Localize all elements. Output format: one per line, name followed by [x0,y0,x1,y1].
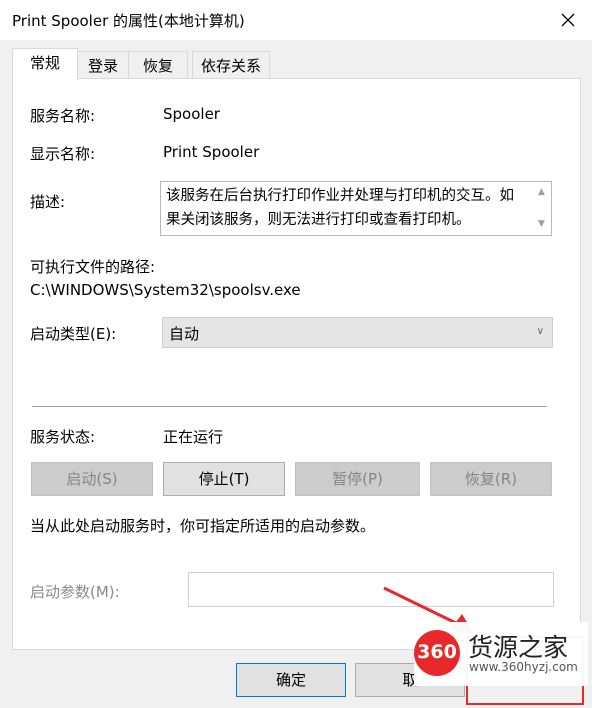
start-params-input[interactable] [188,572,554,607]
description-box[interactable]: 该服务在后台执行打印作业并处理与打印机的交互。如果关闭该服务，则无法进行打印或查… [160,181,552,236]
service-status-value: 正在运行 [163,428,224,446]
service-status-label: 服务状态: [30,428,96,446]
pause-button[interactable]: 暂停(P) [295,462,420,496]
service-name-label: 服务名称: [30,107,96,125]
stop-button[interactable]: 停止(T) [163,462,285,496]
description-label: 描述: [30,193,66,211]
description-text: 该服务在后台执行打印作业并处理与打印机的交互。如果关闭该服务，则无法进行打印或查… [166,188,514,228]
resume-button[interactable]: 恢复(R) [430,462,552,496]
scroll-up-icon[interactable]: ▲ [538,187,545,197]
start-params-label: 启动参数(M): [30,583,120,601]
start-button[interactable]: 启动(S) [31,462,153,496]
path-value: C:\WINDOWS\System32\spoolsv.exe [30,281,301,299]
start-params-hint: 当从此处启动服务时，你可指定所适用的启动参数。 [30,517,376,535]
scroll-down-icon[interactable]: ▼ [538,219,545,229]
display-name-value: Print Spooler [163,143,260,161]
chevron-down-icon: ∨ [536,326,544,337]
watermark-title: 货源之家 [468,633,569,662]
watermark-logo: 360 [414,630,460,676]
startup-type-select[interactable]: 自动 ∨ [162,317,553,348]
divider [32,406,547,407]
path-label: 可执行文件的路径: [30,258,156,276]
watermark-url: www.360hyzj.com [469,660,578,674]
startup-type-label: 启动类型(E): [30,325,117,343]
startup-type-value: 自动 [169,325,200,343]
display-name-label: 显示名称: [30,145,96,163]
ok-button[interactable]: 确定 [236,663,346,697]
service-name-value: Spooler [163,105,220,123]
description-scrollbar[interactable]: ▲ ▼ [534,182,551,235]
